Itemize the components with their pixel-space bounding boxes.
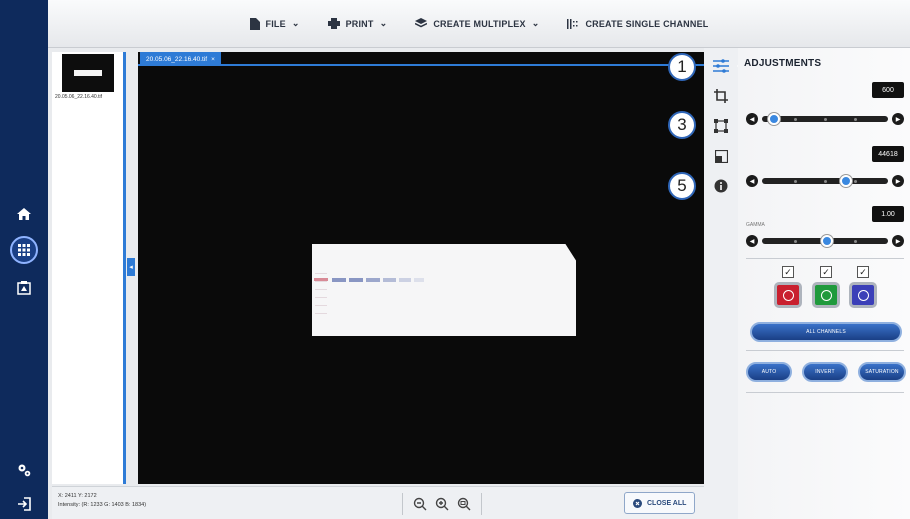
levels-icon[interactable] xyxy=(713,148,729,164)
collapse-panel-handle[interactable]: ◂ xyxy=(127,258,135,276)
check-circle-icon xyxy=(782,289,794,301)
single-channel-icon xyxy=(567,18,578,29)
file-label: FILE xyxy=(265,18,286,29)
saturation-button[interactable]: SATURATION xyxy=(858,362,906,382)
zoom-controls xyxy=(402,493,482,515)
decrement-arrow-icon[interactable]: ◀ xyxy=(746,235,758,247)
slider-knob[interactable] xyxy=(821,235,834,247)
thumbnail-panel: 20.05.06_22.16.40.tif xyxy=(52,52,126,484)
chevron-down-icon: ⌄ xyxy=(291,18,300,28)
blue-channel-checkbox[interactable]: ✓ xyxy=(857,266,869,278)
create-single-channel-button[interactable]: CREATE SINGLE CHANNEL xyxy=(553,18,722,29)
cursor-coordinates: X: 2411 Y: 2172 xyxy=(58,493,97,499)
black-level-value[interactable]: 600 xyxy=(872,82,904,98)
all-channels-button[interactable]: ALL CHANNELS xyxy=(750,322,902,342)
image-tab[interactable]: 20.05.06_22.16.40.tif × xyxy=(140,52,221,66)
zoom-in-icon[interactable] xyxy=(435,497,449,511)
tool-column xyxy=(704,48,743,519)
increment-arrow-icon[interactable]: ▶ xyxy=(892,113,904,125)
home-icon[interactable] xyxy=(10,200,38,228)
decrement-arrow-icon[interactable]: ◀ xyxy=(746,113,758,125)
chevron-down-icon: ⌄ xyxy=(531,18,540,28)
green-channel-button[interactable] xyxy=(812,282,840,308)
slider-knob[interactable] xyxy=(767,113,780,125)
adjustments-title: ADJUSTMENTS xyxy=(744,58,822,69)
crop-icon[interactable] xyxy=(713,88,729,104)
top-toolbar: FILE ⌄ PRINT ⌄ CREATE MULTIPLEX ⌄ CREATE… xyxy=(48,0,910,48)
slider-knob[interactable] xyxy=(839,175,852,187)
chevron-down-icon: ⌄ xyxy=(379,18,388,28)
western-blot-membrane xyxy=(312,244,576,336)
check-circle-icon xyxy=(857,289,869,301)
image-tab-label: 20.05.06_22.16.40.tif xyxy=(146,55,208,63)
settings-gears-icon[interactable] xyxy=(10,456,38,484)
create-multiplex-button[interactable]: CREATE MULTIPLEX ⌄ xyxy=(401,18,553,29)
app-window: FILE ⌄ PRINT ⌄ CREATE MULTIPLEX ⌄ CREATE… xyxy=(0,0,910,519)
print-icon xyxy=(327,18,340,29)
white-level-slider[interactable]: ◀ ▶ xyxy=(746,174,906,188)
gamma-slider[interactable]: ◀ ▶ xyxy=(746,234,906,248)
file-menu-button[interactable]: FILE ⌄ xyxy=(236,17,314,30)
image-tab-strip: 20.05.06_22.16.40.tif × xyxy=(138,52,704,66)
callout-1: 1 xyxy=(668,53,696,81)
print-menu-button[interactable]: PRINT ⌄ xyxy=(314,18,402,29)
close-tab-icon[interactable]: × xyxy=(211,56,215,63)
image-thumbnail[interactable] xyxy=(62,54,114,92)
black-level-slider[interactable]: ◀ ▶ xyxy=(746,112,906,126)
blue-channel-button[interactable] xyxy=(849,282,877,308)
image-viewer[interactable]: 20.05.06_22.16.40.tif × xyxy=(138,52,704,484)
invert-button[interactable]: INVERT xyxy=(802,362,848,382)
increment-arrow-icon[interactable]: ▶ xyxy=(892,175,904,187)
left-nav xyxy=(0,0,48,519)
gamma-label: GAMMA xyxy=(746,222,765,228)
transform-icon[interactable] xyxy=(713,118,729,134)
red-channel-button[interactable] xyxy=(774,282,802,308)
thumbnail-label: 20.05.06_22.16.40.tif xyxy=(55,94,102,100)
green-channel-checkbox[interactable]: ✓ xyxy=(820,266,832,278)
info-icon[interactable] xyxy=(713,178,729,194)
close-circle-icon xyxy=(633,498,642,508)
print-label: PRINT xyxy=(345,18,374,29)
decrement-arrow-icon[interactable]: ◀ xyxy=(746,175,758,187)
sign-in-icon[interactable] xyxy=(10,490,38,518)
auto-button[interactable]: AUTO xyxy=(746,362,792,382)
adjustments-panel: ADJUSTMENTS 600 ◀ ▶ 44618 ◀ ▶ 1.00 GAMMA… xyxy=(738,48,910,519)
gamma-value[interactable]: 1.00 xyxy=(872,206,904,222)
close-all-label: CLOSE ALL xyxy=(647,499,687,507)
status-bar: X: 2411 Y: 2172 Intensity: (R: 1233 G: 1… xyxy=(52,486,704,519)
apps-grid-icon[interactable] xyxy=(10,236,38,264)
callout-3: 3 xyxy=(668,111,696,139)
pixel-intensity: Intensity: (R: 1233 G: 1403 B: 1834) xyxy=(58,502,147,508)
adjustments-sliders-icon[interactable] xyxy=(713,58,743,74)
layers-icon xyxy=(415,18,428,28)
create-single-channel-label: CREATE SINGLE CHANNEL xyxy=(585,18,709,29)
zoom-out-icon[interactable] xyxy=(413,497,427,511)
increment-arrow-icon[interactable]: ▶ xyxy=(892,235,904,247)
red-channel-checkbox[interactable]: ✓ xyxy=(782,266,794,278)
file-icon xyxy=(249,17,260,30)
image-export-icon[interactable] xyxy=(10,274,38,302)
white-level-value[interactable]: 44618 xyxy=(872,146,904,162)
zoom-fit-icon[interactable] xyxy=(457,497,471,511)
create-multiplex-label: CREATE MULTIPLEX xyxy=(433,18,526,29)
close-all-button[interactable]: CLOSE ALL xyxy=(624,492,696,514)
check-circle-icon xyxy=(820,289,832,301)
callout-5: 5 xyxy=(668,172,696,200)
